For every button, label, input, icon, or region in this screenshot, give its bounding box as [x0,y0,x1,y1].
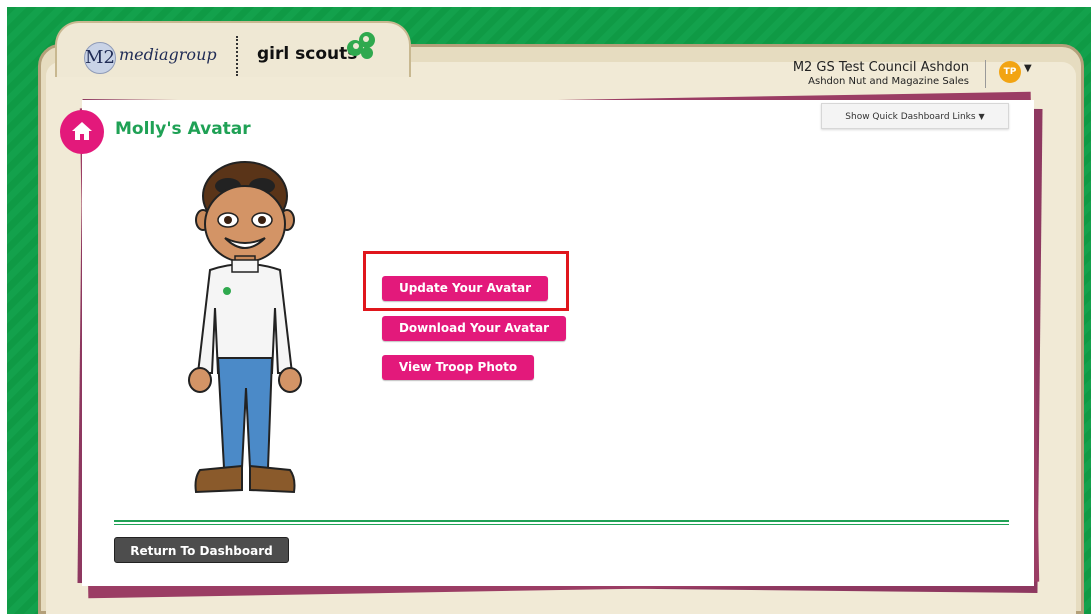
quick-links-label: Show Quick Dashboard Links [845,112,976,122]
council-info: M2 GS Test Council Ashdon Ashdon Nut and… [793,60,969,88]
section-divider-secondary [114,524,1009,525]
header-divider [985,60,986,88]
logo-divider [236,36,238,76]
download-avatar-button[interactable]: Download Your Avatar [382,316,566,341]
return-to-dashboard-button[interactable]: Return To Dashboard [114,537,289,563]
section-divider [114,520,1009,522]
home-icon-glyph [72,122,92,140]
view-troop-photo-button[interactable]: View Troop Photo [382,355,534,380]
m2-logo-text: M2 [85,47,115,68]
girl-scouts-trefoil-icon [347,32,375,59]
m2-logo: M2 [84,42,116,74]
caret-down-icon: ▼ [978,112,985,121]
sale-name: Ashdon Nut and Magazine Sales [808,76,969,87]
quick-dashboard-links-dropdown[interactable]: Show Quick Dashboard Links ▼ [821,103,1009,129]
mediagroup-logo: mediagroup [119,45,217,64]
page-title: Molly's Avatar [115,119,251,139]
user-menu-caret-icon[interactable]: ▼ [1024,63,1032,74]
home-icon[interactable] [60,110,104,154]
council-name: M2 GS Test Council Ashdon [792,60,969,75]
user-avatar-badge[interactable]: TP [999,61,1021,83]
highlight-box [363,251,569,311]
avatar-image [188,161,302,494]
